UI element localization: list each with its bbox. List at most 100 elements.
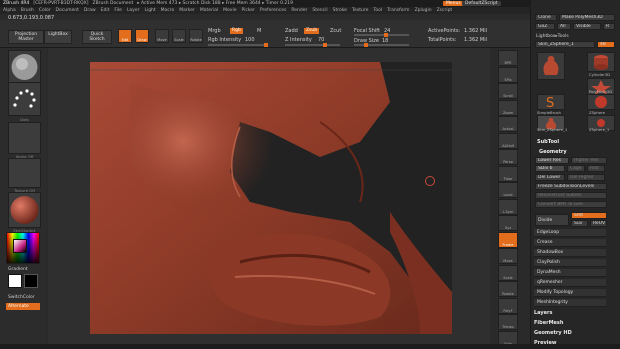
menus-button[interactable]: Menus [443, 1, 464, 6]
material-selector[interactable] [8, 192, 41, 228]
rgb-intensity-slider[interactable] [208, 43, 268, 47]
menu-edit[interactable]: Edit [101, 8, 110, 13]
freeze-subdiv-button[interactable]: Freeze SubdivisionLevels [535, 183, 607, 190]
r-button[interactable]: R [603, 23, 615, 30]
z-intensity-slider[interactable] [285, 43, 340, 47]
rgb-button[interactable]: Rgb [230, 28, 243, 34]
menu-file[interactable]: File [114, 8, 122, 13]
make-polymesh-button[interactable]: Make PolyMesh3D [559, 14, 615, 21]
del-lower-button[interactable]: Del Lower [535, 174, 565, 181]
smt-toggle[interactable]: Smt [571, 212, 607, 219]
visible-button[interactable]: Visible [573, 23, 601, 30]
gradient-label[interactable]: Gradient [8, 267, 28, 272]
draw-button[interactable]: Draw [135, 29, 149, 43]
right-tool-move[interactable]: Move [498, 248, 518, 264]
geometry-subsection-claypolish[interactable]: ClayPolish [534, 259, 606, 267]
menu-macro[interactable]: Macro [161, 8, 175, 13]
lower-res-button[interactable]: Lower Res [535, 157, 569, 164]
menu-transform[interactable]: Transform [387, 8, 409, 13]
secondary-color-swatch[interactable] [24, 274, 38, 288]
geometry-subsection-shadowbox[interactable]: ShadowBox [534, 249, 606, 257]
subtool-section[interactable]: SubTool [537, 139, 559, 145]
right-tool-scale[interactable]: Scale [498, 264, 518, 281]
right-tool-bpr[interactable]: BPR [498, 50, 518, 66]
menu-picker[interactable]: Picker [241, 8, 254, 13]
right-tool-lsym[interactable]: L.Sym [498, 198, 518, 215]
divide-button[interactable]: Divide [535, 214, 569, 226]
tool-section-geometry-hd[interactable]: Geometry HD [534, 330, 572, 336]
right-tool-frame[interactable]: Frame [498, 231, 518, 248]
stroke-selector[interactable] [8, 82, 41, 116]
geometry-subsection-meshintegrity[interactable]: MeshIntegrity [534, 299, 606, 307]
suv-toggle[interactable]: Suv [571, 220, 588, 227]
right-tool-scroll[interactable]: Scroll [498, 83, 518, 99]
scale-button[interactable]: Scale [172, 29, 186, 43]
menu-color[interactable]: Color [39, 8, 51, 13]
geometry-subsection-crease[interactable]: Crease [534, 239, 606, 247]
sdiv-slider[interactable]: SDiv 6 [535, 165, 565, 172]
quick-sketch-button[interactable]: Quick Sketch [82, 30, 112, 44]
right-tool-floor[interactable]: Floor [498, 165, 518, 182]
menu-brush[interactable]: Brush [21, 8, 34, 13]
right-tool-actual[interactable]: Actual [498, 116, 518, 132]
current-tool-name[interactable]: Skin_ZSphere_1 [535, 41, 595, 48]
default-zscript-button[interactable]: DefaultZScript [462, 1, 501, 6]
menu-draw[interactable]: Draw [84, 8, 96, 13]
menu-document[interactable]: Document [56, 8, 79, 13]
lightbox-button[interactable]: LightBox [44, 30, 72, 44]
switch-color-button[interactable]: SwitchColor [8, 295, 35, 300]
menu-material[interactable]: Material [200, 8, 218, 13]
tool-thumb-cylinder[interactable] [587, 52, 615, 72]
menu-tool[interactable]: Tool [373, 8, 382, 13]
color-picker[interactable] [6, 232, 40, 264]
reconstruct-subdiv-button[interactable]: Reconstruct Subdiv [535, 192, 607, 199]
convert-bpr-button[interactable]: Convert BPR To Geo [535, 201, 607, 208]
draw-size-slider[interactable] [354, 43, 409, 47]
menu-texture[interactable]: Texture [352, 8, 368, 13]
focal-shift-slider[interactable] [354, 33, 409, 37]
right-tool-persp[interactable]: Persp [498, 149, 518, 165]
menu-stroke[interactable]: Stroke [333, 8, 347, 13]
tool-thumb-skin-zsphere[interactable] [537, 52, 565, 80]
right-tool-transp[interactable]: Transp [498, 314, 518, 330]
texture-selector[interactable] [8, 158, 41, 188]
right-tool-polyf[interactable]: PolyF [498, 297, 518, 314]
right-tool-aahalf[interactable]: AAHalf [498, 132, 518, 149]
reuv-button[interactable]: ReUV [590, 220, 607, 227]
menu-zscript[interactable]: Zscript [437, 8, 453, 13]
menu-stencil[interactable]: Stencil [312, 8, 327, 13]
menu-render[interactable]: Render [291, 8, 307, 13]
alternate-button[interactable]: Alternate [6, 303, 40, 310]
rotate-button[interactable]: Rotate [189, 29, 203, 43]
main-color-swatch[interactable] [8, 274, 22, 288]
geometry-subsection-qremesher[interactable]: qRemesher [534, 279, 606, 287]
menu-alpha[interactable]: Alpha [3, 8, 16, 13]
mrgb-button[interactable]: Mrgb [208, 28, 221, 34]
tool-thumb-zsphere[interactable] [587, 94, 615, 110]
right-tool-zoom[interactable]: Zoom [498, 99, 518, 116]
menu-movie[interactable]: Movie [223, 8, 236, 13]
edit-button[interactable]: Edit [118, 29, 132, 43]
tool-section-fibermesh[interactable]: FiberMesh [534, 320, 563, 326]
brush-selector[interactable] [8, 50, 41, 84]
alpha-selector[interactable] [8, 122, 41, 154]
tool-thumb-simplebrush[interactable]: S [537, 94, 565, 111]
menu-layer[interactable]: Layer [127, 8, 140, 13]
goz-button[interactable]: GoZ [535, 23, 555, 30]
geometry-subsection-modify-topology[interactable]: Modify Topology [534, 289, 606, 297]
clone-button[interactable]: Clone [535, 14, 557, 21]
geometry-subsection-dynamesh[interactable]: DynaMesh [534, 269, 606, 277]
projection-master-button[interactable]: Projection Master [8, 30, 44, 44]
document-viewport[interactable] [90, 62, 452, 334]
geometry-section[interactable]: Geometry [539, 149, 567, 155]
menu-marker[interactable]: Marker [179, 8, 195, 13]
lightbox-tools-label[interactable]: Lightbox▸Tools [536, 34, 569, 39]
right-tool-local[interactable]: Local [498, 182, 518, 198]
tool-section-layers[interactable]: Layers [534, 310, 553, 316]
move-button[interactable]: Move [155, 29, 169, 43]
geometry-subsection-edgeloop[interactable]: EdgeLoop [534, 229, 606, 237]
all-button[interactable]: All [557, 23, 571, 30]
menu-zplugin[interactable]: Zplugin [415, 8, 432, 13]
m-button[interactable]: M [257, 28, 261, 34]
color-square[interactable] [13, 239, 27, 253]
